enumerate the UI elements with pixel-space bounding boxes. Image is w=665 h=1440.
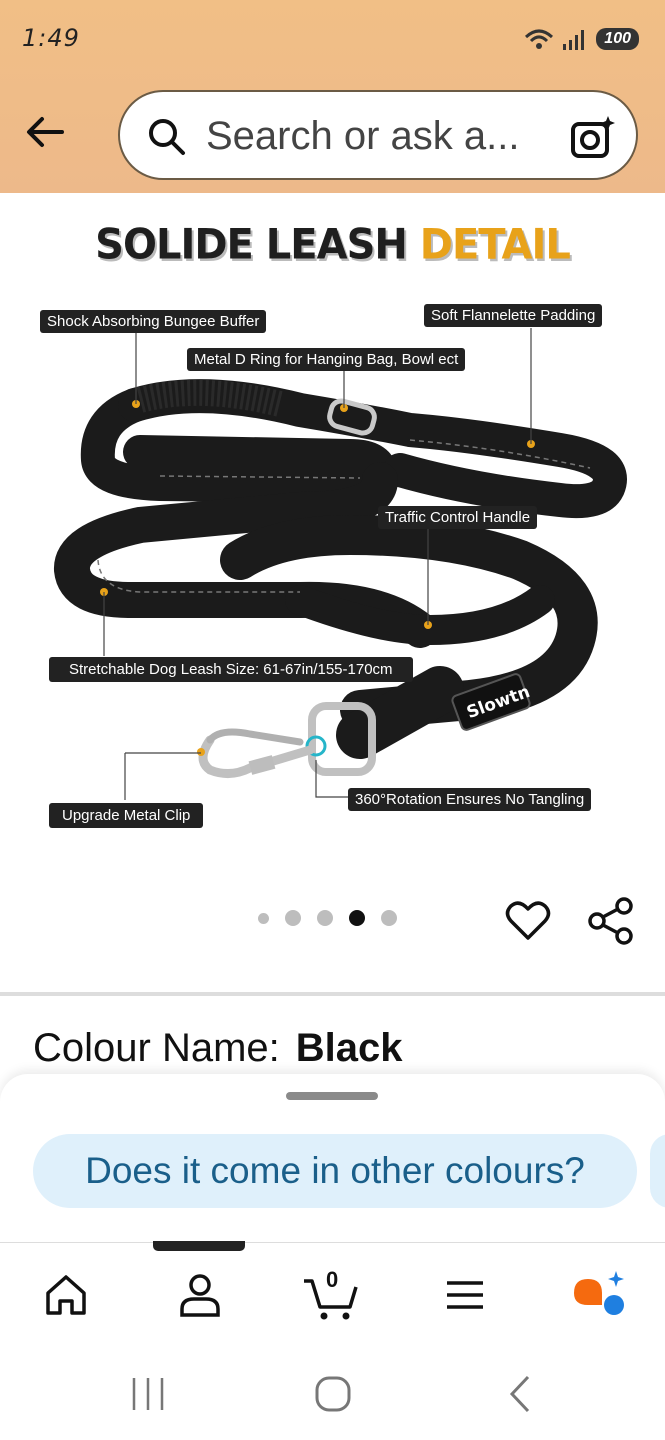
product-image[interactable]: Slowtn SOLIDE LEASH DETAIL Shock Absorbi… bbox=[0, 193, 665, 853]
sheet-grab-handle[interactable] bbox=[286, 1092, 378, 1100]
heart-icon[interactable] bbox=[504, 896, 552, 944]
search-icon bbox=[149, 119, 185, 155]
share-icon[interactable] bbox=[586, 896, 636, 946]
bottom-nav: 0 bbox=[0, 1241, 665, 1338]
page-dot-active[interactable] bbox=[349, 910, 365, 926]
colour-name-row: Colour Name: Black bbox=[33, 1026, 403, 1071]
title-part1: SOLIDE LEASH bbox=[95, 220, 420, 270]
cart-button[interactable]: 0 bbox=[302, 1267, 362, 1323]
page-dot[interactable] bbox=[317, 910, 333, 926]
callout-handle: Traffic Control Handle bbox=[378, 506, 538, 529]
colour-value: Black bbox=[295, 1026, 403, 1070]
status-icons: 100 bbox=[524, 27, 639, 51]
back-system-icon[interactable] bbox=[500, 1374, 540, 1414]
infographic-title: SOLIDE LEASH DETAIL bbox=[0, 221, 665, 269]
leash-illustration: Slowtn bbox=[54, 328, 627, 800]
callout-size: Stretchable Dog Leash Size: 61-67in/155-… bbox=[49, 657, 413, 682]
suggestion-sheet: Does it come in other colours? bbox=[0, 1074, 665, 1242]
callout-padding: Soft Flannelette Padding bbox=[424, 304, 603, 327]
suggestion-chip[interactable]: Does it come in other colours? bbox=[33, 1134, 637, 1208]
status-time: 1:49 bbox=[22, 24, 80, 52]
app-header: 1:49 100 bbox=[0, 0, 665, 193]
image-pagination[interactable] bbox=[258, 910, 397, 926]
nav-active-indicator bbox=[153, 1241, 245, 1251]
back-arrow-icon[interactable] bbox=[22, 108, 70, 156]
callout-bungee: Shock Absorbing Bungee Buffer bbox=[40, 310, 267, 333]
colour-label: Colour Name: bbox=[33, 1026, 280, 1070]
cart-count: 0 bbox=[326, 1267, 339, 1292]
home-system-icon[interactable] bbox=[313, 1374, 353, 1414]
signal-icon bbox=[563, 30, 585, 50]
callout-rotation: 360°Rotation Ensures No Tangling bbox=[348, 788, 592, 811]
menu-icon[interactable] bbox=[437, 1267, 493, 1323]
title-part2: DETAIL bbox=[419, 220, 571, 270]
home-icon[interactable] bbox=[38, 1267, 94, 1323]
section-divider bbox=[0, 992, 665, 996]
recent-apps-icon[interactable] bbox=[128, 1374, 168, 1414]
wifi-icon bbox=[525, 29, 554, 49]
search-input[interactable] bbox=[206, 108, 546, 164]
callout-dring: Metal D Ring for Hanging Bag, Bowl ect bbox=[187, 348, 466, 371]
callout-clip: Upgrade Metal Clip bbox=[49, 803, 204, 828]
account-icon[interactable] bbox=[172, 1267, 228, 1323]
search-bar[interactable] bbox=[118, 90, 638, 180]
camera-search-icon[interactable] bbox=[570, 114, 616, 160]
assistant-icon[interactable] bbox=[568, 1267, 624, 1323]
page-dot[interactable] bbox=[258, 912, 269, 924]
suggestion-chip-next[interactable] bbox=[650, 1134, 665, 1208]
page-dot[interactable] bbox=[285, 910, 301, 926]
battery-indicator: 100 bbox=[596, 28, 639, 50]
system-nav-bar bbox=[0, 1340, 665, 1440]
page-dot[interactable] bbox=[381, 910, 397, 926]
